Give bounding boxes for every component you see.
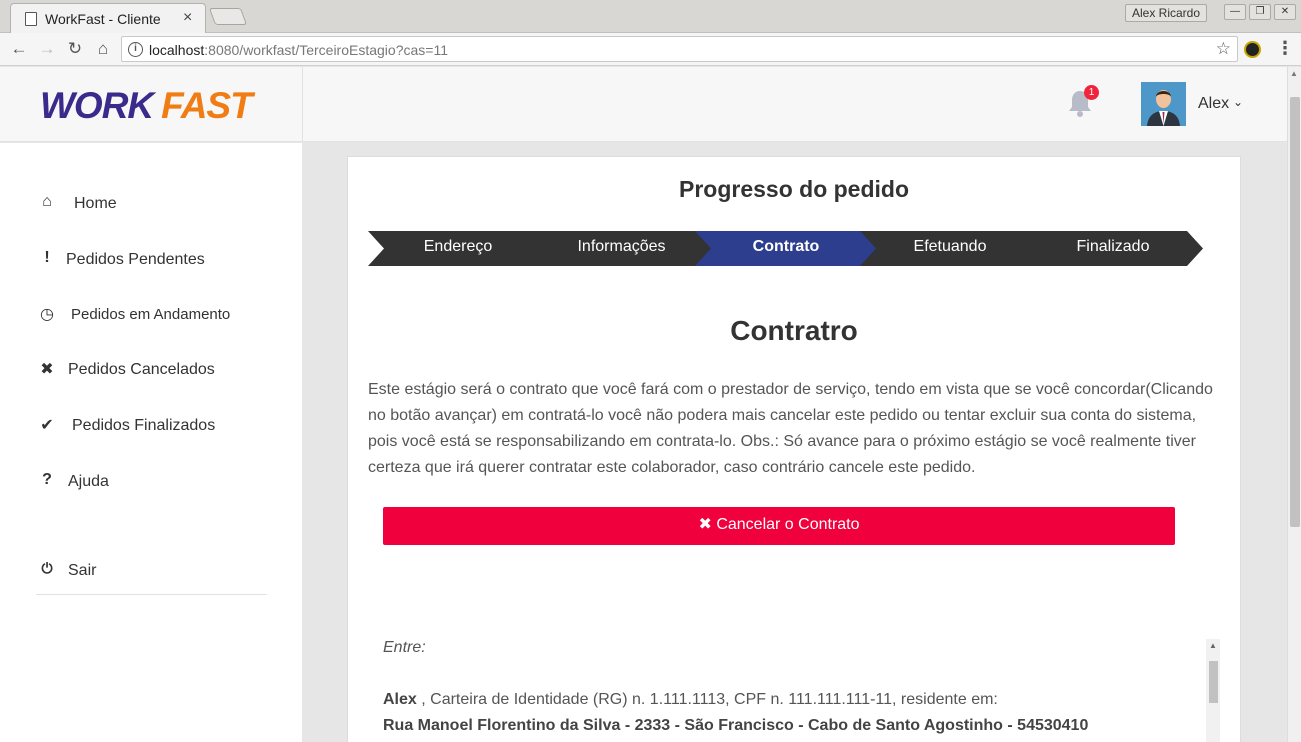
progress-steps: Endereço Informações Contrato Efetuando … [368,231,1204,266]
document-icon [25,12,37,26]
step-endereco[interactable]: Endereço [368,231,548,266]
browser-menu-icon[interactable]: ⋮ [1276,38,1294,59]
page-title: Progresso do pedido [678,176,910,202]
times-icon: ✖ [40,361,54,378]
step-efetuando[interactable]: Efetuando [860,231,1040,266]
scroll-up-icon[interactable]: ▲ [1290,69,1298,78]
sidebar-item-label: Pedidos em Andamento [71,306,231,323]
tab-title: WorkFast - Cliente [45,11,161,27]
contract-address: Rua Manoel Florentino da Silva - 2333 - … [383,717,1089,734]
cancel-contract-button[interactable]: ✖ Cancelar o Contrato [383,507,1175,545]
sidebar: ⌂ Home ! Pedidos Pendentes ◷ Pedidos em … [0,143,302,742]
sidebar-item-label: Home [74,195,117,212]
avatar[interactable] [1141,82,1186,126]
info-icon[interactable]: i [128,42,143,57]
chevron-down-icon[interactable]: ⌄ [1233,95,1243,109]
home-icon: ⌂ [42,193,52,210]
order-progress-card: Progresso do pedido Endereço Informações… [347,156,1241,742]
top-navbar: 1 Alex ⌄ [302,67,1287,142]
forward-icon[interactable]: → [36,38,58,60]
notification-badge: 1 [1084,85,1099,100]
step-contrato[interactable]: Contrato [695,231,877,266]
window-user-label: Alex Ricardo [1125,4,1208,22]
sidebar-item-label: Ajuda [68,473,109,490]
extension-icon[interactable] [1244,41,1261,58]
sidebar-item-label: Pedidos Pendentes [66,251,205,268]
browser-tab[interactable]: WorkFast - Cliente × [10,3,206,33]
contract-party-line: Alex , Carteira de Identidade (RG) n. 1.… [383,691,998,708]
url-text: localhost:8080/workfast/TerceiroEstagio?… [149,42,448,58]
sidebar-item-label: Sair [68,562,97,579]
section-title: Contratro [730,315,858,346]
browser-tabbar: WorkFast - Cliente × Alex Ricardo — ❐ ✕ [0,0,1301,33]
scroll-up-icon[interactable]: ▲ [1209,641,1217,650]
browser-toolbar: ← → ↻ ⌂ i localhost:8080/workfast/Tercei… [0,33,1301,66]
sidebar-divider [36,594,267,595]
scroll-thumb[interactable] [1209,661,1218,703]
url-bar[interactable]: i localhost:8080/workfast/TerceiroEstagi… [121,36,1238,62]
contract-entre: Entre: [383,639,426,656]
contract-scrollbar[interactable]: ▲ [1206,639,1220,742]
new-tab-button[interactable] [208,8,248,25]
clock-icon: ◷ [40,306,54,323]
step-informacoes[interactable]: Informações [531,231,712,266]
user-menu-name[interactable]: Alex [1198,95,1229,113]
window-close-button[interactable]: ✕ [1274,4,1296,20]
tab-close-icon[interactable]: × [183,9,192,27]
page-viewport: WORK FAST 1 Alex ⌄ ⌂ Home ! Pedidos Pend… [0,67,1287,742]
bookmark-star-icon[interactable]: ☆ [1216,39,1231,59]
power-icon: ⏻ [41,560,53,576]
contract-text-box[interactable]: Entre: Alex , Carteira de Identidade (RG… [383,639,1205,742]
question-icon: ? [42,471,52,488]
step-finalizado[interactable]: Finalizado [1023,231,1203,266]
workfast-logo[interactable]: WORK FAST [40,85,253,127]
page-scroll-thumb[interactable] [1290,97,1300,527]
logo-area: WORK FAST [0,67,302,142]
back-icon[interactable]: ← [8,38,30,60]
restore-button[interactable]: ❐ [1249,4,1271,20]
sidebar-item-label: Pedidos Finalizados [72,417,216,434]
home-page-icon[interactable]: ⌂ [92,38,114,60]
check-icon: ✔ [40,417,54,434]
reload-icon[interactable]: ↻ [64,38,86,60]
minimize-button[interactable]: — [1224,4,1246,20]
sidebar-item-label: Pedidos Cancelados [68,361,215,378]
exclamation-icon: ! [44,249,50,266]
contract-description: Este estágio será o contrato que você fa… [368,381,1213,476]
page-scrollbar[interactable]: ▲ [1287,67,1301,742]
